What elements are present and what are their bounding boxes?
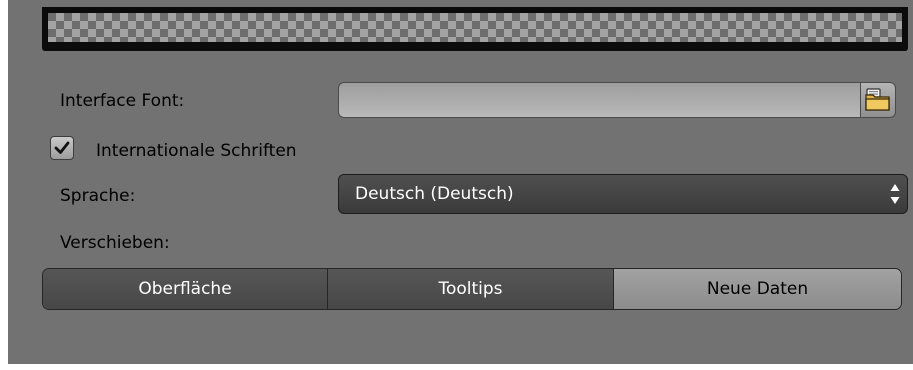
checkmark-icon — [54, 141, 70, 154]
international-fonts-checkbox[interactable] — [50, 136, 74, 160]
up-down-arrows-icon — [890, 184, 900, 204]
translate-new-data-button[interactable]: Neue Daten — [614, 269, 901, 309]
transparency-checkerboard — [48, 13, 902, 42]
color-preview-strip — [42, 7, 908, 51]
preferences-panel: Interface Font: Internationale Schriften… — [8, 0, 913, 364]
translate-label: Verschieben: — [60, 233, 170, 253]
international-fonts-label: Internationale Schriften — [96, 141, 297, 161]
language-dropdown[interactable]: Deutsch (Deutsch) — [338, 174, 908, 214]
language-selected-value: Deutsch (Deutsch) — [355, 184, 514, 204]
translate-tooltips-button[interactable]: Tooltips — [328, 269, 614, 309]
translate-interface-button[interactable]: Oberfläche — [43, 269, 328, 309]
interface-font-label: Interface Font: — [60, 91, 185, 111]
translate-options: Oberfläche Tooltips Neue Daten — [42, 268, 902, 310]
browse-font-button[interactable] — [860, 82, 896, 118]
interface-font-field[interactable] — [338, 82, 862, 118]
folder-icon — [865, 88, 890, 111]
language-label: Sprache: — [60, 186, 136, 206]
